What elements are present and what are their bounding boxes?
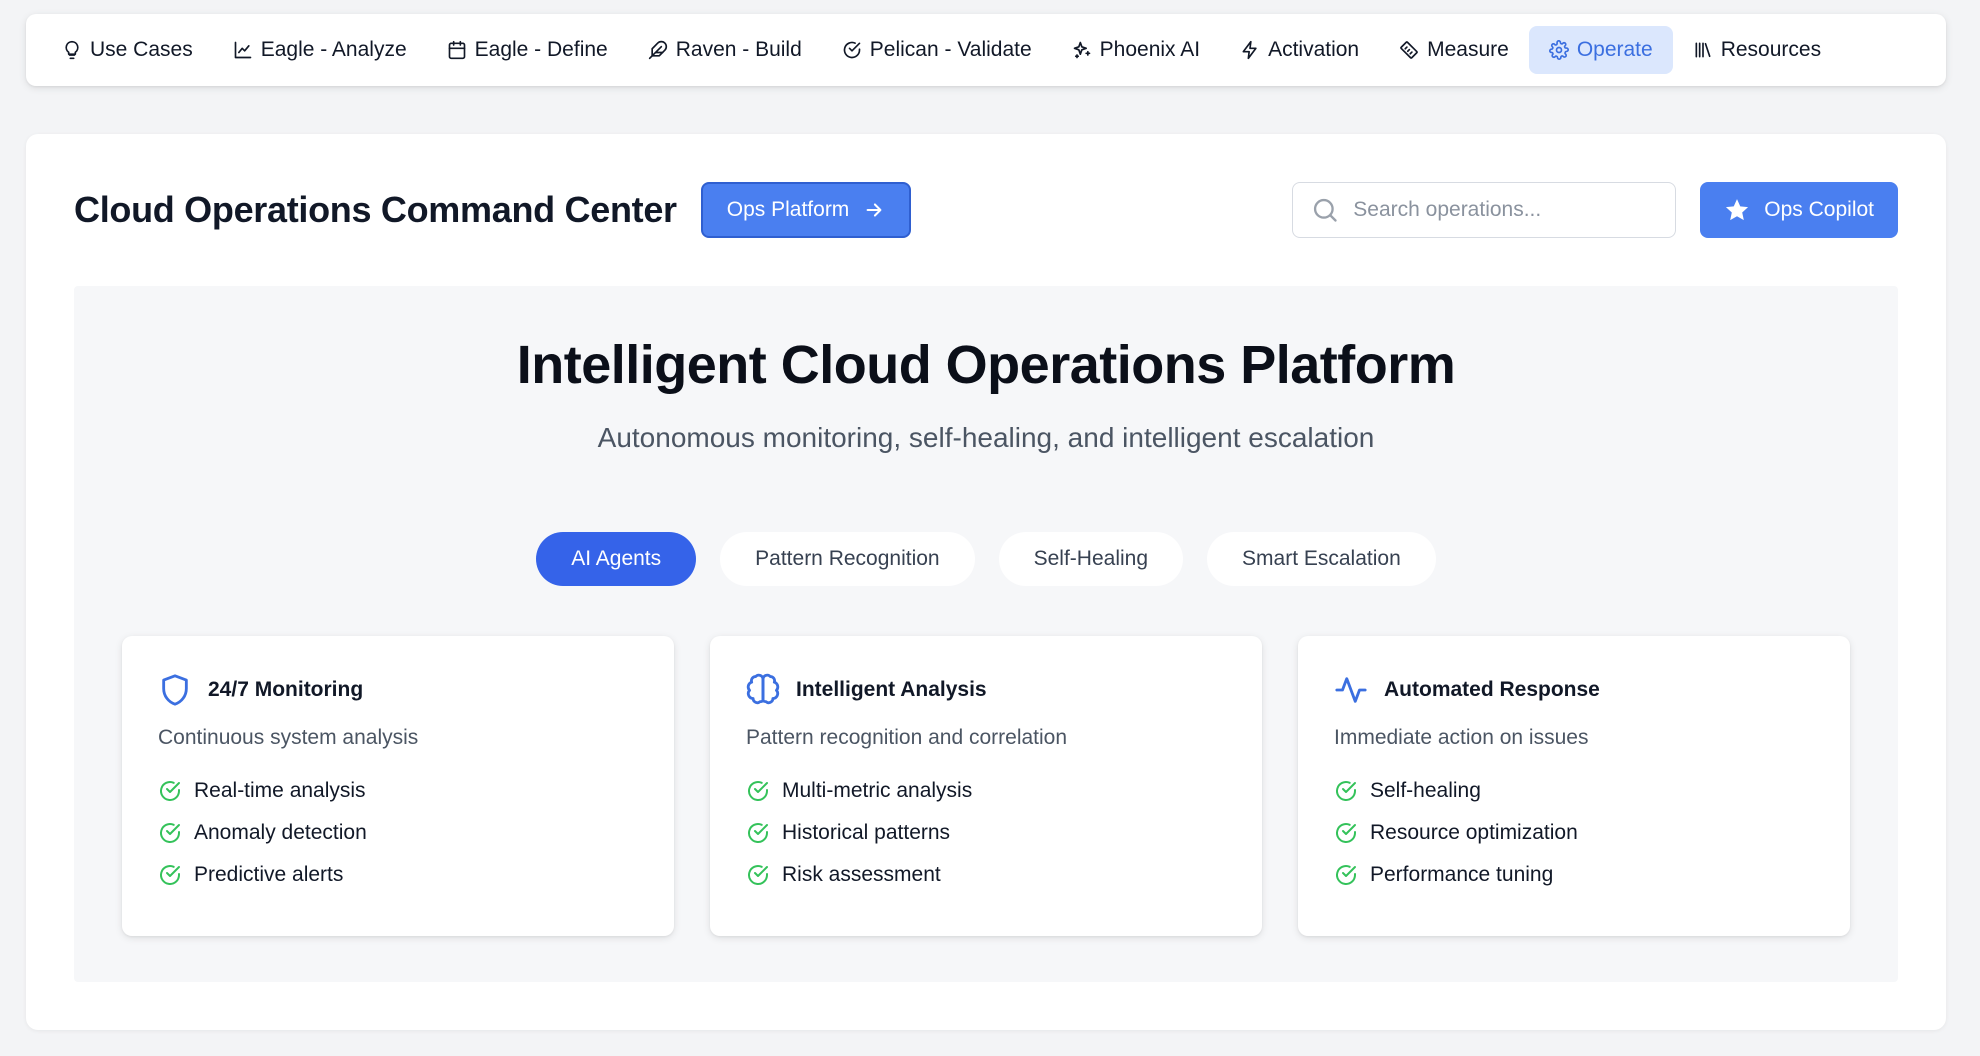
list-item: Multi-metric analysis bbox=[746, 770, 1226, 812]
feature-label: Resource optimization bbox=[1370, 821, 1578, 844]
hero-subtitle: Autonomous monitoring, self-healing, and… bbox=[597, 422, 1375, 453]
line-chart-icon bbox=[234, 41, 252, 59]
list-item: Anomaly detection bbox=[158, 812, 638, 854]
activity-icon bbox=[1335, 677, 1367, 703]
card-header: Intelligent Analysis bbox=[746, 670, 1226, 710]
nav-item-use-cases[interactable]: Use Cases bbox=[42, 26, 213, 74]
nav-item-label: Phoenix AI bbox=[1099, 38, 1201, 61]
arrow-right-icon bbox=[866, 203, 882, 217]
nav-item-raven-build[interactable]: Raven - Build bbox=[628, 26, 822, 74]
lightning-icon bbox=[1242, 40, 1257, 60]
list-item: Performance tuning bbox=[1334, 854, 1814, 896]
check-circle-icon bbox=[1336, 865, 1356, 885]
nav-item-eagle-define[interactable]: Eagle - Define bbox=[427, 26, 628, 74]
tab-ai-agents[interactable]: AI Agents bbox=[536, 532, 697, 586]
check-circle-icon bbox=[748, 823, 768, 843]
nav-item-label: Resources bbox=[1720, 38, 1822, 61]
search-input[interactable] bbox=[1353, 198, 1658, 222]
tab-pattern-recognition[interactable]: Pattern Recognition bbox=[720, 532, 975, 586]
hero-title: Intelligent Cloud Operations Platform bbox=[516, 335, 1456, 395]
list-item: Resource optimization bbox=[1334, 812, 1814, 854]
ops-copilot-button[interactable]: Ops Copilot bbox=[1700, 182, 1898, 238]
check-circle-icon bbox=[1336, 781, 1356, 801]
ops-platform-button[interactable]: Ops Platform bbox=[700, 182, 912, 238]
list-item: Risk assessment bbox=[746, 854, 1226, 896]
library-icon bbox=[1695, 42, 1711, 58]
gear-icon bbox=[1548, 40, 1569, 60]
card-automated-response: Automated Response Immediate action on i… bbox=[1298, 636, 1850, 936]
card-title: Automated Response bbox=[1384, 678, 1600, 701]
nav-item-label: Eagle - Define bbox=[474, 38, 608, 61]
nav-item-label: Eagle - Analyze bbox=[260, 38, 407, 61]
feature-label: Performance tuning bbox=[1370, 863, 1554, 886]
nav-item-label: Use Cases bbox=[90, 38, 193, 61]
card-monitoring: 24/7 Monitoring Continuous system analys… bbox=[122, 636, 674, 936]
card-description: Immediate action on issues bbox=[1334, 726, 1589, 749]
page-title: Cloud Operations Command Center bbox=[74, 189, 677, 230]
nav-item-resources[interactable]: Resources bbox=[1673, 26, 1841, 74]
tab-smart-escalation[interactable]: Smart Escalation bbox=[1207, 532, 1436, 586]
hero-section: Intelligent Cloud Operations Platform Au… bbox=[74, 286, 1898, 982]
nav-item-measure[interactable]: Measure bbox=[1379, 26, 1529, 74]
check-circle-icon bbox=[748, 865, 768, 885]
feature-cards: 24/7 Monitoring Continuous system analys… bbox=[122, 636, 1850, 936]
search-box bbox=[1292, 182, 1677, 238]
feature-list: Real-time analysis Anomaly detection Pre… bbox=[158, 770, 638, 896]
shield-icon bbox=[162, 674, 188, 706]
check-circle-icon bbox=[160, 865, 180, 885]
nav-item-label: Operate bbox=[1576, 38, 1653, 61]
brain-icon bbox=[746, 673, 780, 705]
star-icon bbox=[1726, 199, 1749, 221]
tab-self-healing[interactable]: Self-Healing bbox=[998, 532, 1184, 586]
ops-copilot-label: Ops Copilot bbox=[1764, 198, 1874, 221]
nav-item-pelican-validate[interactable]: Pelican - Validate bbox=[822, 26, 1052, 74]
ops-platform-label: Ops Platform bbox=[726, 198, 850, 221]
main-panel: Cloud Operations Command Center Ops Plat… bbox=[26, 134, 1946, 1030]
feature-label: Risk assessment bbox=[782, 863, 941, 886]
check-circle-icon bbox=[1336, 823, 1356, 843]
card-description: Pattern recognition and correlation bbox=[746, 726, 1068, 749]
list-item: Self-healing bbox=[1334, 770, 1814, 812]
nav-item-eagle-analyze[interactable]: Eagle - Analyze bbox=[213, 26, 427, 74]
lightbulb-icon bbox=[65, 40, 79, 60]
feature-label: Predictive alerts bbox=[194, 863, 344, 886]
feature-label: Real-time analysis bbox=[194, 779, 366, 802]
nav-item-label: Activation bbox=[1268, 38, 1360, 61]
search-icon bbox=[1314, 198, 1337, 222]
feather-icon bbox=[648, 40, 667, 60]
check-circle-icon bbox=[160, 823, 180, 843]
feature-label: Multi-metric analysis bbox=[782, 779, 973, 802]
nav-item-operate[interactable]: Operate bbox=[1528, 26, 1673, 74]
check-circle-icon bbox=[843, 41, 861, 59]
feature-list: Self-healing Resource optimization Perfo… bbox=[1334, 770, 1814, 896]
feature-label: Self-healing bbox=[1370, 779, 1481, 802]
ruler-icon bbox=[1400, 41, 1418, 59]
list-item: Predictive alerts bbox=[158, 854, 638, 896]
list-item: Real-time analysis bbox=[158, 770, 638, 812]
card-header: 24/7 Monitoring bbox=[158, 670, 638, 710]
check-circle-icon bbox=[748, 781, 768, 801]
page-header: Cloud Operations Command Center Ops Plat… bbox=[74, 182, 1898, 238]
nav-item-label: Pelican - Validate bbox=[869, 38, 1032, 61]
feature-list: Multi-metric analysis Historical pattern… bbox=[746, 770, 1226, 896]
card-intelligent-analysis: Intelligent Analysis Pattern recognition… bbox=[710, 636, 1262, 936]
card-title: 24/7 Monitoring bbox=[208, 678, 364, 701]
card-title: Intelligent Analysis bbox=[796, 678, 987, 701]
feature-label: Anomaly detection bbox=[194, 821, 367, 844]
calendar-icon bbox=[448, 40, 465, 60]
sparkles-icon bbox=[1073, 41, 1090, 59]
nav-item-label: Raven - Build bbox=[675, 38, 802, 61]
check-circle-icon bbox=[160, 781, 180, 801]
feature-tabs: AI Agents Pattern Recognition Self-Heali… bbox=[74, 532, 1898, 586]
nav-item-label: Measure bbox=[1427, 38, 1509, 61]
nav-item-phoenix-ai[interactable]: Phoenix AI bbox=[1052, 26, 1220, 74]
card-header: Automated Response bbox=[1334, 670, 1814, 710]
card-description: Continuous system analysis bbox=[158, 726, 419, 749]
list-item: Historical patterns bbox=[746, 812, 1226, 854]
top-navigation: Use Cases Eagle - Analyze Eagle - Define… bbox=[26, 14, 1946, 86]
nav-item-activation[interactable]: Activation bbox=[1220, 26, 1379, 74]
feature-label: Historical patterns bbox=[782, 821, 951, 844]
